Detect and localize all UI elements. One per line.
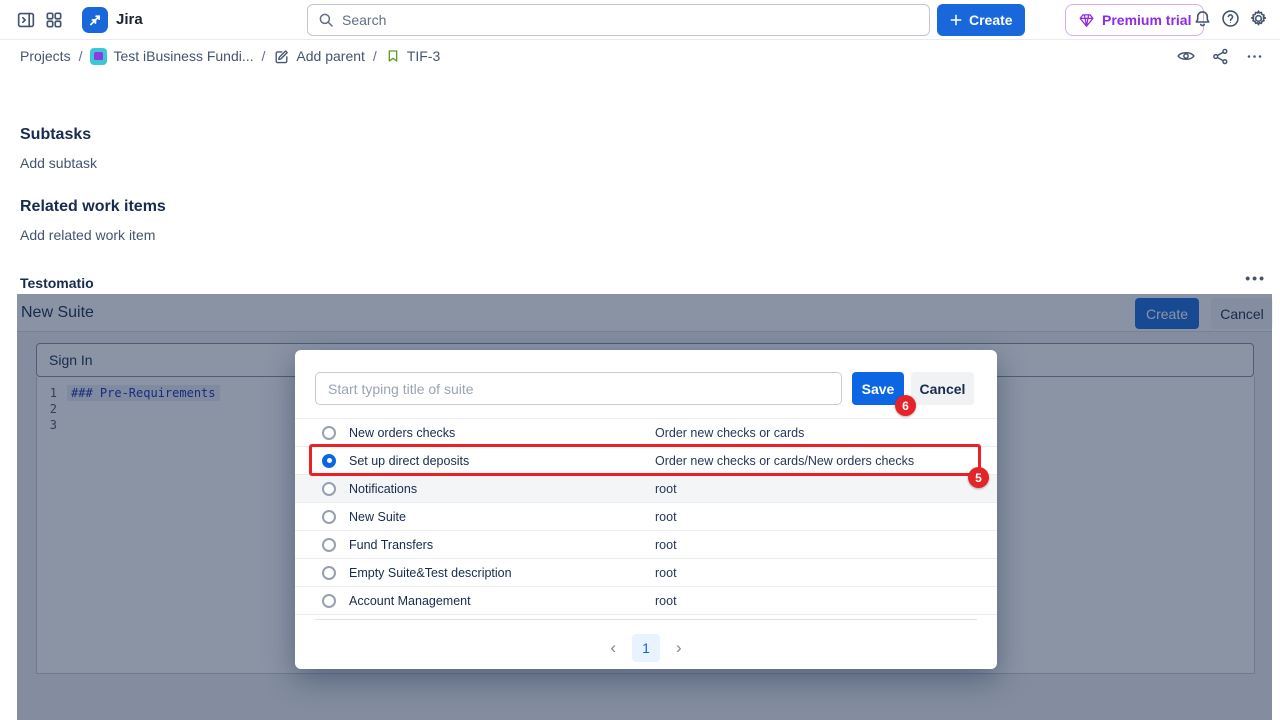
next-page-icon[interactable]: › xyxy=(670,636,688,660)
settings-button[interactable] xyxy=(1244,4,1272,32)
suite-path: root xyxy=(655,566,677,580)
suite-path: root xyxy=(655,594,677,608)
create-button-label: Create xyxy=(969,12,1013,28)
suite-option-row[interactable]: Empty Suite&Test description root xyxy=(295,559,997,587)
suite-option-row-selected[interactable]: Set up direct deposits Order new checks … xyxy=(295,447,997,475)
radio-unselected-icon[interactable] xyxy=(322,482,336,496)
list-divider xyxy=(315,619,977,620)
create-button[interactable]: Create xyxy=(937,4,1025,36)
top-navigation: Jira Create Premium trial xyxy=(0,0,1280,40)
step-badge-5: 5 xyxy=(968,467,989,488)
add-parent-label: Add parent xyxy=(296,48,365,64)
radio-unselected-icon[interactable] xyxy=(322,510,336,524)
gear-icon xyxy=(1248,8,1269,29)
suite-label: New orders checks xyxy=(349,426,455,440)
add-related-item-button[interactable]: Add related work item xyxy=(20,227,155,243)
eye-icon xyxy=(1176,46,1196,66)
radio-unselected-icon[interactable] xyxy=(322,566,336,580)
radio-unselected-icon[interactable] xyxy=(322,426,336,440)
app-switcher-button[interactable] xyxy=(40,6,68,34)
breadcrumb-separator: / xyxy=(262,48,266,64)
product-name: Jira xyxy=(116,11,143,28)
breadcrumb-projects[interactable]: Projects xyxy=(20,48,71,64)
suite-option-row[interactable]: New orders checks Order new checks or ca… xyxy=(295,419,997,447)
suite-search-input[interactable] xyxy=(315,372,842,405)
suite-path: Order new checks or cards/New orders che… xyxy=(655,454,914,468)
jira-logo-icon xyxy=(82,7,108,33)
add-parent-button[interactable]: Add parent xyxy=(273,48,365,65)
global-search xyxy=(307,4,930,36)
radio-selected-icon[interactable] xyxy=(322,454,336,468)
bell-icon xyxy=(1192,8,1213,29)
pagination: ‹ 1 › xyxy=(295,634,997,662)
issue-key: TIF-3 xyxy=(407,48,440,64)
subtask-bookmark-icon xyxy=(385,48,401,64)
radio-unselected-icon[interactable] xyxy=(322,594,336,608)
previous-page-icon[interactable]: ‹ xyxy=(604,636,622,660)
suite-label: Fund Transfers xyxy=(349,538,433,552)
diamond-icon xyxy=(1078,12,1095,29)
watch-button[interactable] xyxy=(1172,42,1200,70)
breadcrumb-project[interactable]: Test iBusiness Fundi... xyxy=(90,48,253,65)
suite-label: Empty Suite&Test description xyxy=(349,566,512,580)
suite-option-row[interactable]: New Suite root xyxy=(295,503,997,531)
suite-option-row[interactable]: Fund Transfers root xyxy=(295,531,997,559)
add-subtask-button[interactable]: Add subtask xyxy=(20,155,97,171)
suite-label: New Suite xyxy=(349,510,406,524)
radio-unselected-icon[interactable] xyxy=(322,538,336,552)
breadcrumb-separator: / xyxy=(373,48,377,64)
share-button[interactable] xyxy=(1206,42,1234,70)
project-name: Test iBusiness Fundi... xyxy=(113,48,253,64)
suite-label: Set up direct deposits xyxy=(349,454,469,468)
sidebar-toggle-button[interactable] xyxy=(12,6,40,34)
jira-logo[interactable]: Jira xyxy=(82,7,143,33)
issue-detail-content: Subtasks Add subtask Related work items … xyxy=(0,72,1280,720)
suite-option-row[interactable]: Notifications root xyxy=(295,475,997,503)
suite-list: New orders checks Order new checks or ca… xyxy=(295,418,997,615)
ellipsis-icon xyxy=(1245,47,1264,66)
share-icon xyxy=(1211,47,1230,66)
edit-icon xyxy=(273,48,290,65)
subtasks-heading: Subtasks xyxy=(20,126,91,144)
premium-trial-label: Premium trial xyxy=(1102,12,1191,28)
notifications-button[interactable] xyxy=(1188,4,1216,32)
question-icon xyxy=(1220,8,1241,29)
testomatio-heading: Testomatio xyxy=(20,275,94,291)
help-button[interactable] xyxy=(1216,4,1244,32)
page-number-button[interactable]: 1 xyxy=(632,634,660,662)
cancel-button[interactable]: Cancel xyxy=(911,372,974,405)
app-grid-icon xyxy=(44,10,64,30)
suite-path: root xyxy=(655,482,677,496)
suite-path: root xyxy=(655,510,677,524)
more-actions-button[interactable] xyxy=(1240,42,1268,70)
related-items-heading: Related work items xyxy=(20,198,166,216)
plus-icon xyxy=(949,13,963,27)
suite-option-row[interactable]: Account Management root xyxy=(295,587,997,615)
suite-path: root xyxy=(655,538,677,552)
breadcrumb: Projects / Test iBusiness Fundi... / Add… xyxy=(0,40,1280,72)
premium-trial-button[interactable]: Premium trial xyxy=(1065,4,1204,36)
suite-label: Account Management xyxy=(349,594,471,608)
sidebar-toggle-icon xyxy=(15,9,37,31)
step-badge-6: 6 xyxy=(895,395,916,416)
search-icon xyxy=(317,11,335,29)
project-avatar xyxy=(90,48,107,65)
search-input[interactable] xyxy=(307,4,930,36)
suite-path: Order new checks or cards xyxy=(655,426,804,440)
suite-picker-dialog: Save Cancel 6 New orders checks Order ne… xyxy=(295,350,997,669)
breadcrumb-separator: / xyxy=(79,48,83,64)
breadcrumb-issue[interactable]: TIF-3 xyxy=(385,48,440,64)
suite-label: Notifications xyxy=(349,482,417,496)
testomatio-more-icon[interactable]: ••• xyxy=(1245,270,1266,286)
